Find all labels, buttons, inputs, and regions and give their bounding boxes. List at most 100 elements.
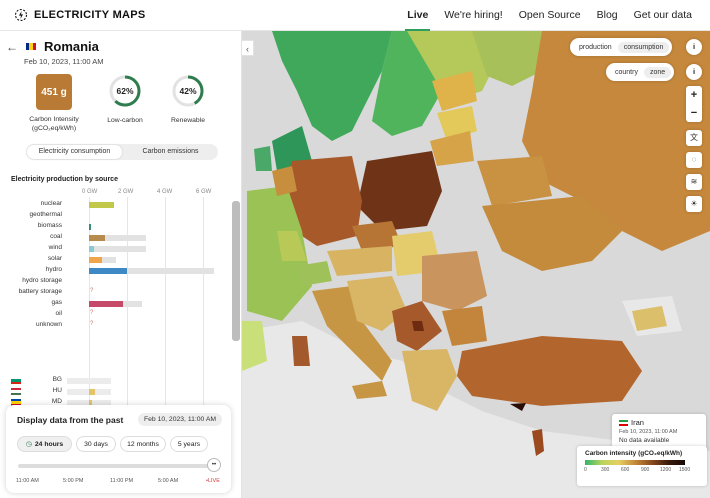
production-bar — [89, 224, 91, 230]
axis-tick-0: 0 GW — [82, 189, 98, 195]
back-arrow-icon[interactable]: ← — [6, 40, 18, 54]
zoom-controls: + − — [686, 86, 702, 122]
top-bar: ELECTRICITY MAPS Live We're hiring! Open… — [0, 0, 710, 31]
exchange-flag-icon — [11, 377, 21, 384]
range-30-days-button[interactable]: 30 days — [76, 436, 116, 452]
unknown-mark: ? — [90, 321, 94, 327]
source-name: battery storage — [18, 288, 62, 295]
main-nav: Live We're hiring! Open Source Blog Get … — [399, 0, 700, 31]
range-24-hours-button[interactable]: ◷ 24 hours — [17, 436, 72, 452]
toggle-consumption[interactable]: Electricity consumption — [27, 145, 122, 159]
nav-blog[interactable]: Blog — [589, 0, 626, 31]
source-row[interactable]: nuclear — [0, 200, 232, 210]
history-card: Display data from the past Feb 10, 2023,… — [6, 405, 231, 493]
legend-ticks: 0 300 600 900 1200 1500 — [584, 467, 699, 475]
carbon-intensity-label-line2: (gCO₂eq/kWh) — [31, 125, 77, 132]
axis-tick-6: 6 GW — [196, 189, 212, 195]
nav-get-data[interactable]: Get our data — [626, 0, 700, 31]
source-row[interactable]: wind — [0, 244, 232, 254]
source-name: hydro storage — [22, 277, 62, 284]
legend-gradient — [585, 460, 685, 465]
production-bar — [89, 202, 114, 208]
source-row[interactable]: unknown? — [0, 321, 232, 331]
time-slider[interactable] — [18, 464, 218, 468]
source-name: oil — [55, 310, 62, 317]
nav-open-source[interactable]: Open Source — [511, 0, 589, 31]
production-bar — [89, 257, 103, 263]
source-name: coal — [50, 233, 62, 240]
range-5-years-button[interactable]: 5 years — [170, 436, 208, 452]
source-row[interactable]: hydro — [0, 266, 232, 276]
time-tick-1: 11:00 AM — [16, 478, 39, 484]
zoom-out-button[interactable]: − — [686, 104, 702, 122]
time-tick-2: 5:00 PM — [63, 478, 84, 484]
source-name: gas — [51, 299, 62, 306]
legend-tick-1200: 1200 — [660, 467, 672, 473]
source-name: unknown — [35, 321, 62, 328]
exchange-bar — [89, 389, 95, 395]
carbon-intensity-label: Carbon Intensity (gCO₂eq/kWh) — [18, 115, 90, 133]
logo-text: ELECTRICITY MAPS — [34, 9, 146, 21]
axis-tick-4: 4 GW — [157, 189, 173, 195]
source-row[interactable]: gas — [0, 299, 232, 309]
panel-scrollbar[interactable] — [232, 201, 240, 341]
range-12-months-button[interactable]: 12 months — [120, 436, 166, 452]
toggle-production[interactable]: production — [573, 42, 618, 53]
mode-info-icon[interactable]: i — [686, 39, 702, 55]
brightness-icon[interactable]: ☀ — [686, 196, 702, 212]
toggle-zone[interactable]: zone — [643, 66, 672, 78]
time-slider-handle[interactable]: •• — [207, 458, 221, 472]
nav-live[interactable]: Live — [399, 0, 436, 31]
production-consumption-toggle: production consumption — [570, 38, 673, 56]
tooltip-status: No data available — [619, 437, 670, 444]
source-row[interactable]: biomass — [0, 222, 232, 232]
toggle-emissions[interactable]: Carbon emissions — [123, 145, 218, 159]
collapse-panel-button[interactable]: ‹ — [242, 40, 254, 56]
source-name: hydro — [45, 266, 62, 273]
exchange-flag-icon — [11, 388, 21, 395]
legend-tick-300: 300 — [601, 467, 610, 473]
time-tick-live: •LIVE — [206, 478, 220, 484]
production-bar — [89, 301, 124, 307]
legend-tick-0: 0 — [584, 467, 587, 473]
axis-tick-2: 2 GW — [118, 189, 134, 195]
time-tick-3: 11:00 PM — [110, 478, 134, 484]
range-24-hours-label: 24 hours — [34, 440, 64, 448]
history-date[interactable]: Feb 10, 2023, 11:00 AM — [138, 413, 223, 426]
carbon-intensity-label-line1: Carbon Intensity — [29, 116, 79, 123]
renewable-value: 42% — [179, 86, 197, 96]
country-header: ← Romania — [6, 39, 99, 54]
low-carbon-value: 62% — [116, 86, 134, 96]
wind-icon[interactable]: ≋ — [686, 174, 702, 190]
source-name: wind — [48, 244, 62, 251]
language-icon[interactable]: 文 — [686, 130, 702, 146]
toggle-country[interactable]: country — [609, 67, 644, 78]
source-row[interactable]: solar — [0, 255, 232, 265]
logo[interactable]: ELECTRICITY MAPS — [14, 8, 146, 22]
exchange-code: BG — [52, 376, 62, 383]
country-name: Romania — [44, 39, 99, 54]
country-zone-toggle: country zone — [606, 63, 675, 81]
unknown-mark: ? — [90, 310, 94, 316]
production-bar — [89, 235, 106, 241]
nav-hiring[interactable]: We're hiring! — [436, 0, 510, 31]
source-row[interactable]: geothermal — [0, 211, 232, 221]
consumption-emissions-toggle: Electricity consumption Carbon emissions — [26, 144, 218, 160]
carbon-intensity-legend: Carbon intensity (gCO₂eq/kWh) 0 300 600 … — [577, 446, 707, 486]
history-title: Display data from the past — [17, 415, 124, 425]
view-info-icon[interactable]: i — [686, 64, 702, 80]
zoom-in-button[interactable]: + — [686, 86, 702, 104]
time-tick-4: 5:00 AM — [158, 478, 179, 484]
source-row[interactable]: hydro storage — [0, 277, 232, 287]
source-name: geothermal — [29, 211, 62, 218]
source-name: nuclear — [40, 200, 62, 207]
source-row[interactable]: oil? — [0, 310, 232, 320]
exchange-code: MD — [51, 398, 62, 405]
renewable-label: Renewable — [170, 117, 205, 124]
source-row[interactable]: coal — [0, 233, 232, 243]
low-carbon-label: Low-carbon — [107, 117, 143, 124]
hide-icon[interactable]: ◌ — [686, 152, 702, 168]
source-row[interactable]: battery storage? — [0, 288, 232, 298]
toggle-consumption-mode[interactable]: consumption — [617, 41, 670, 53]
iran-flag-icon — [619, 419, 628, 426]
